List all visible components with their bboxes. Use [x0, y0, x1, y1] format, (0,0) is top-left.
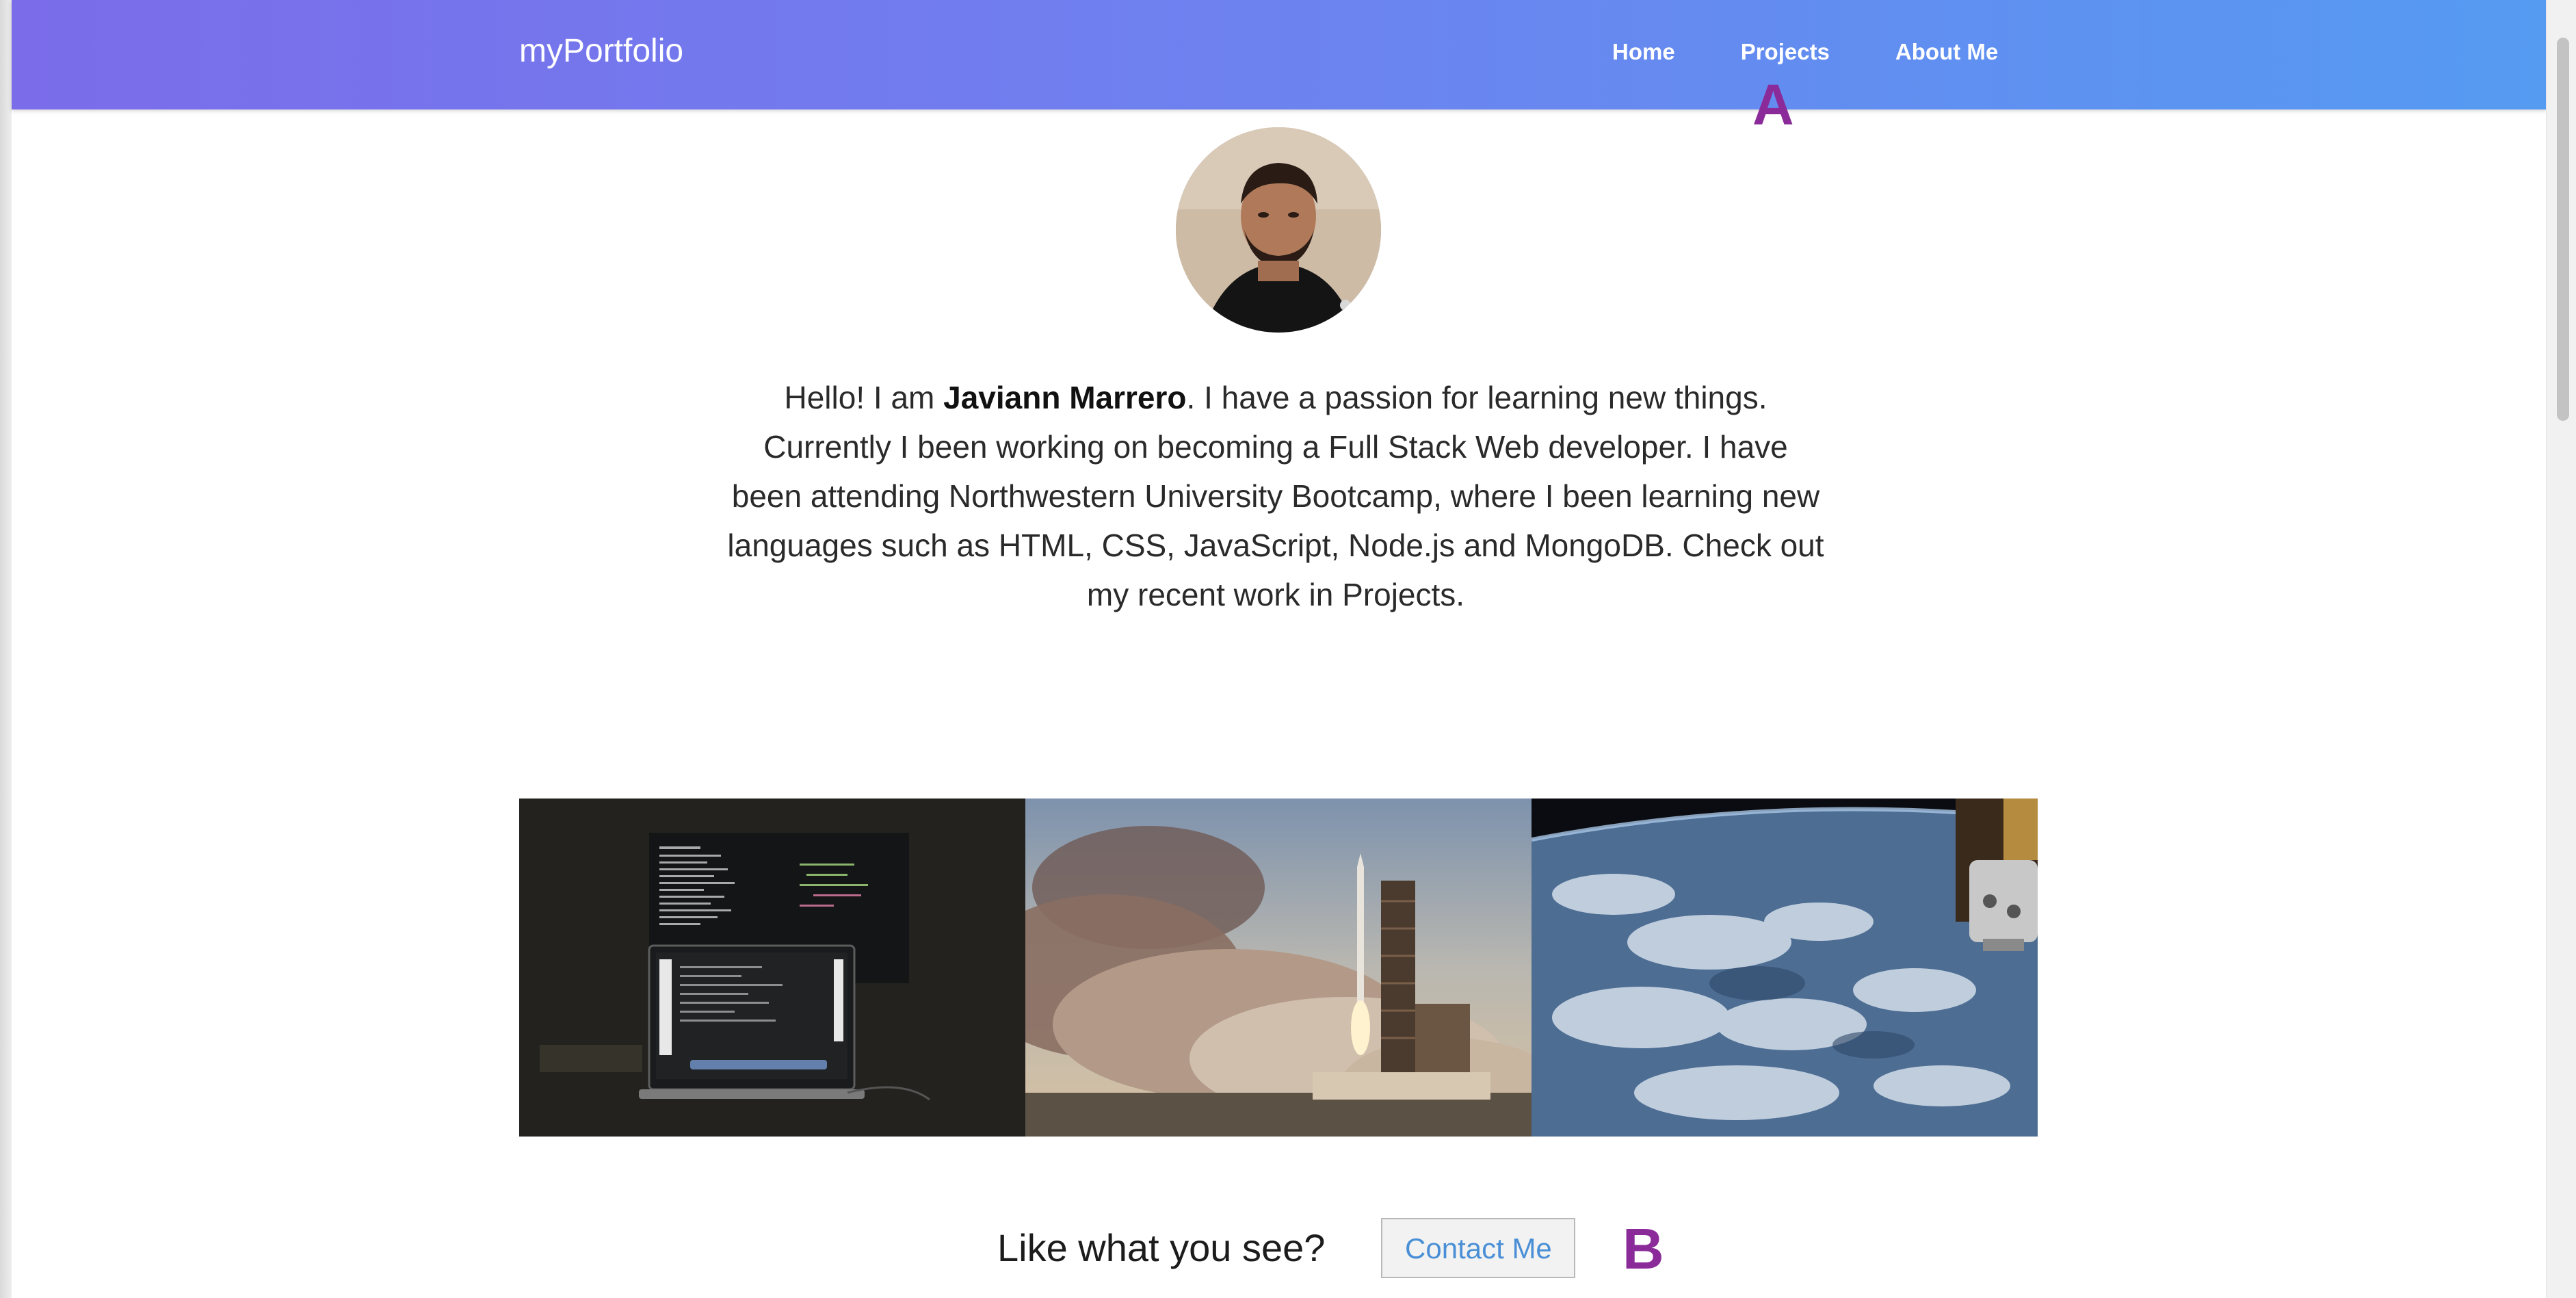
- vertical-scrollbar[interactable]: [2546, 0, 2576, 1298]
- profile-photo: [1176, 127, 1381, 333]
- contact-me-button[interactable]: Contact Me: [1381, 1218, 1576, 1278]
- contact-cta: Like what you see? Contact Me: [997, 1218, 1576, 1278]
- project-gallery: [519, 799, 2038, 1137]
- scrollbar-thumb[interactable]: [2557, 38, 2569, 421]
- top-navbar: myPortfolio Home Projects About Me: [12, 0, 2547, 109]
- laptop-code-photo: [519, 799, 1025, 1137]
- gallery-image-laptop[interactable]: [519, 799, 1025, 1137]
- intro-name: Javiann Marrero: [943, 380, 1187, 415]
- annotation-marker-b: B: [1622, 1217, 1664, 1281]
- brand-logo-link[interactable]: myPortfolio: [519, 29, 683, 74]
- nav-link-projects[interactable]: Projects: [1741, 33, 1830, 70]
- intro-paragraph: Hello! I am Javiann Marrero. I have a pa…: [725, 373, 1826, 619]
- nav-links: Home Projects About Me: [1612, 33, 1998, 70]
- window-frame: [0, 0, 12, 1298]
- cta-heading: Like what you see?: [997, 1226, 1326, 1269]
- browser-viewport: myPortfolio Home Projects About Me A Hel…: [0, 0, 2576, 1298]
- annotation-marker-a: A: [1752, 73, 1794, 137]
- nav-link-home[interactable]: Home: [1612, 33, 1675, 70]
- rocket-launch-photo: [1025, 799, 1532, 1137]
- avatar: [1176, 127, 1381, 333]
- nav-link-about-me[interactable]: About Me: [1895, 33, 1998, 70]
- intro-text-start: Hello! I am: [784, 380, 944, 415]
- earth-from-space-photo: [1532, 799, 2038, 1137]
- gallery-image-rocket[interactable]: [1025, 799, 1532, 1137]
- gallery-image-earth[interactable]: [1532, 799, 2038, 1137]
